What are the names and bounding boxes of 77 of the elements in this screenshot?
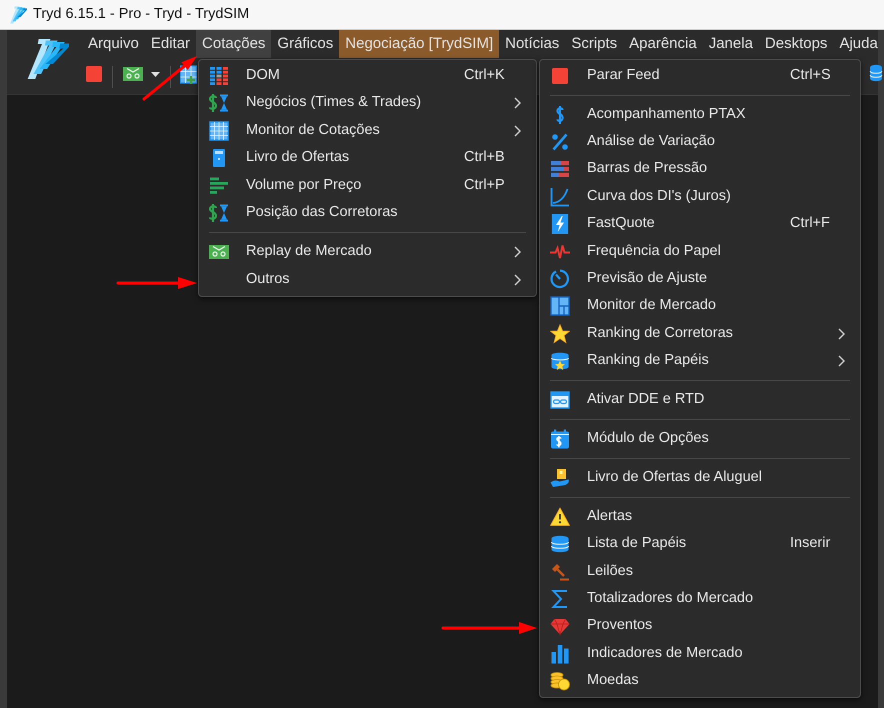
menu-item[interactable]: Acompanhamento PTAX — [540, 100, 860, 128]
horizontal-bars-icon — [209, 176, 229, 196]
sigma-icon — [550, 588, 570, 609]
lightning-icon — [551, 214, 569, 234]
menu-item[interactable]: Livro de Ofertas de Aluguel — [540, 464, 860, 492]
menu-item[interactable]: Análise de Variação — [540, 128, 860, 156]
link-window-icon — [550, 390, 570, 410]
curve-chart-icon — [550, 186, 570, 207]
menu-item[interactable]: Barras de Pressão — [540, 156, 860, 184]
table-icon — [209, 120, 229, 141]
layout-icon — [550, 296, 570, 316]
menu-item[interactable]: Previsão de Ajuste — [540, 265, 860, 293]
menu-item[interactable]: Monitor de Mercado — [540, 292, 860, 320]
keyboard-shortcut: Inserir — [790, 534, 832, 554]
dollar-icon — [554, 104, 566, 125]
menu-item[interactable]: Parar Feed Ctrl+S — [540, 62, 860, 90]
hand-box-icon — [550, 468, 570, 488]
keyboard-shortcut: Ctrl+P — [464, 176, 506, 195]
gem-icon — [550, 616, 570, 636]
menu-item[interactable]: Lista de Papéis Inserir — [540, 530, 860, 558]
menu-item[interactable]: Moedas — [540, 667, 860, 695]
gavel-icon — [550, 561, 570, 582]
keyboard-shortcut: Ctrl+F — [790, 214, 831, 234]
menu-item[interactable]: Ranking de Corretoras — [540, 320, 860, 348]
menubar-item[interactable]: Editar — [144, 30, 196, 58]
menubar-item[interactable]: Desktops — [758, 30, 834, 58]
star-icon — [550, 324, 570, 344]
keyboard-shortcut: Ctrl+B — [464, 148, 506, 168]
warning-icon — [550, 506, 570, 527]
bar-chart-icon — [550, 644, 570, 664]
window-title: Tryd 6.15.1 - Pro - Tryd - TrydSIM — [33, 4, 250, 24]
menubar-item[interactable]: Notícias — [499, 30, 566, 58]
menu-item[interactable]: Negócios (Times & Trades) — [199, 90, 536, 117]
menubar-item[interactable]: Cotações — [196, 30, 272, 58]
annotation-arrow — [142, 55, 198, 101]
database-icon[interactable] — [868, 63, 883, 83]
cassette-icon — [209, 245, 229, 260]
grid-icon[interactable] — [180, 65, 197, 85]
menu-item[interactable]: Outros — [199, 266, 536, 294]
keyboard-shortcut: Ctrl+S — [790, 66, 832, 85]
menu-item[interactable]: Livro de Ofertas Ctrl+B — [199, 144, 536, 172]
menu-item[interactable]: Frequência do Papel — [540, 238, 860, 266]
menu-item[interactable]: Indicadores de Mercado — [540, 640, 860, 668]
timer-icon — [550, 268, 570, 289]
menubar-item[interactable]: Scripts — [565, 30, 624, 58]
stacked-bars-icon — [550, 159, 570, 180]
caret-icon[interactable] — [151, 72, 160, 77]
menu-item[interactable]: Leilões — [540, 558, 860, 586]
coins-icon — [550, 671, 570, 691]
dollar-hourglass-icon — [209, 93, 229, 114]
database-icon — [550, 534, 570, 554]
menu-item[interactable]: Totalizadores do Mercado — [540, 585, 860, 613]
menu-item[interactable]: Replay de Mercado — [199, 238, 536, 266]
menu-item[interactable]: FastQuote Ctrl+F — [540, 210, 860, 238]
menubar-item[interactable]: Arquivo — [82, 30, 145, 58]
menu-item[interactable]: Alertas — [540, 502, 860, 530]
stop-icon — [552, 68, 568, 84]
menu-item[interactable]: DOM Ctrl+K — [199, 62, 536, 90]
dollar-hourglass-icon — [209, 203, 229, 224]
calendar-dollar-icon — [550, 428, 570, 449]
keyboard-shortcut: Ctrl+K — [464, 66, 506, 85]
menu-item[interactable]: Ativar DDE e RTD — [540, 386, 860, 414]
bars-grid-icon — [209, 66, 229, 86]
menu-item[interactable]: Proventos — [540, 612, 860, 640]
menubar-item[interactable]: Aparência — [623, 30, 703, 58]
menubar-item[interactable]: Negociação [TrydSIM] — [339, 30, 500, 58]
menubar-item[interactable]: Janela — [702, 30, 759, 58]
menubar-item[interactable]: Gráficos — [271, 30, 340, 58]
menubar-item[interactable]: Ajuda — [833, 30, 884, 58]
menu-item[interactable]: Ranking de Papéis — [540, 347, 860, 375]
menu-item[interactable]: Posição das Corretoras — [199, 200, 536, 227]
menu-item[interactable]: Curva dos DI's (Juros) — [540, 183, 860, 210]
percent-icon — [550, 132, 570, 152]
menu-item[interactable]: Monitor de Cotações — [199, 117, 536, 144]
database-star-icon — [550, 351, 570, 372]
menu-item[interactable]: Módulo de Opções — [540, 425, 860, 453]
menu-item[interactable]: Volume por Preço Ctrl+P — [199, 172, 536, 200]
